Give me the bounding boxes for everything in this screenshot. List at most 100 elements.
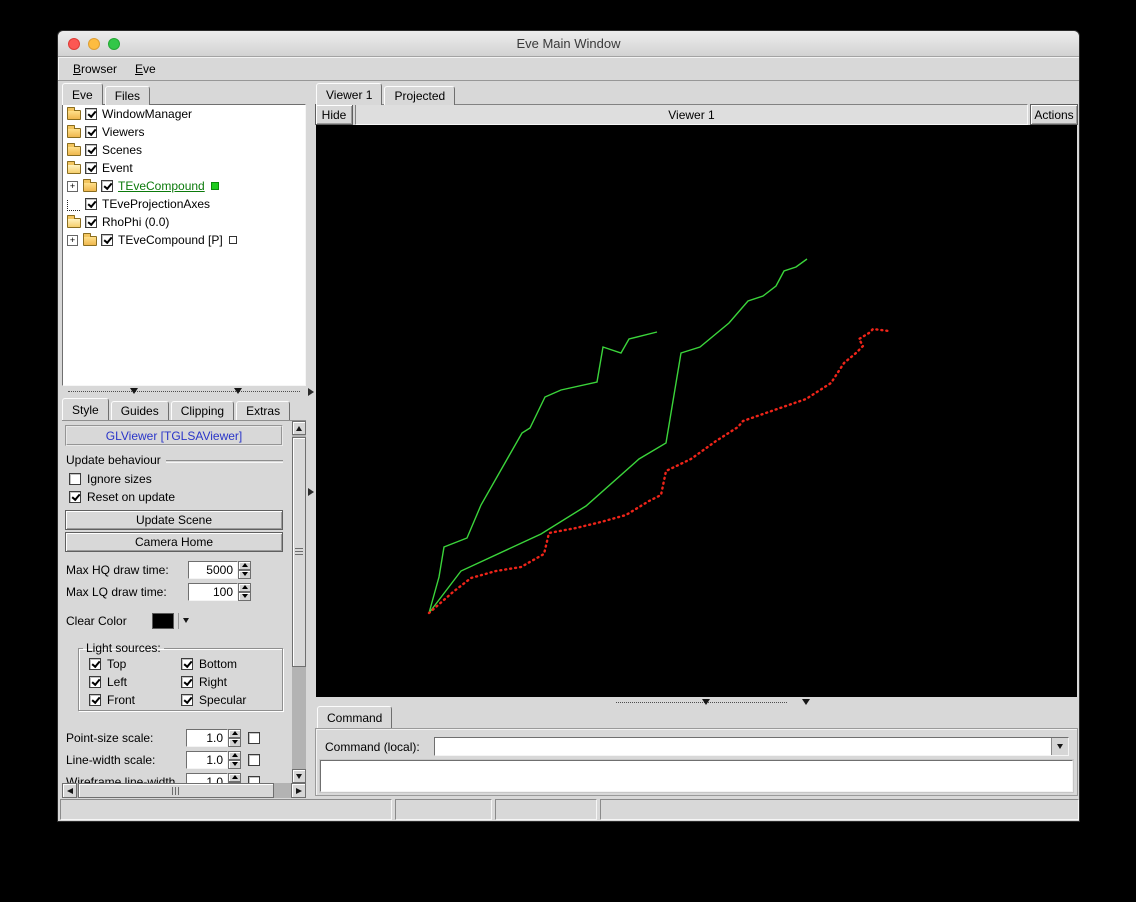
scroll-left-button[interactable] — [62, 783, 77, 798]
tab-projected[interactable]: Projected — [384, 86, 456, 105]
actions-button[interactable]: Actions — [1030, 104, 1078, 125]
spin-value[interactable]: 1.0 — [186, 750, 228, 769]
tree-checkbox[interactable] — [85, 108, 97, 120]
menu-eve[interactable]: Eve — [126, 59, 165, 79]
viewport-splitter[interactable] — [316, 697, 1077, 707]
tree-checkbox[interactable] — [85, 144, 97, 156]
tab-guides[interactable]: Guides — [110, 401, 169, 420]
spin-up-icon[interactable] — [238, 582, 251, 592]
spin-up-icon[interactable] — [228, 772, 241, 782]
collapse-down-icon[interactable] — [802, 699, 810, 705]
spin-down-icon[interactable] — [228, 759, 241, 769]
tree-checkbox[interactable] — [85, 198, 97, 210]
tree-checkbox[interactable] — [85, 126, 97, 138]
tree-checkbox[interactable] — [85, 216, 97, 228]
expander-icon[interactable]: + — [67, 180, 78, 192]
scroll-down-button[interactable] — [292, 769, 306, 783]
combo-dropdown-button[interactable] — [1051, 738, 1068, 755]
spin-up-icon[interactable] — [228, 750, 241, 760]
zoom-button[interactable] — [108, 38, 120, 50]
wireframe-checkbox[interactable] — [248, 775, 260, 783]
style-horizontal-scrollbar[interactable] — [62, 783, 306, 798]
line-width-checkbox[interactable] — [248, 753, 260, 766]
arrow-up-icon — [296, 425, 302, 431]
spin-arrows[interactable] — [238, 582, 251, 601]
tree-item-tevecompound-p[interactable]: + TEveCompound [P] — [63, 231, 305, 249]
scrollbar-thumb[interactable] — [78, 783, 274, 798]
clear-color-swatch[interactable] — [152, 612, 174, 629]
light-right-checkbox[interactable]: Right — [181, 675, 282, 689]
wireframe-spinbox[interactable]: 1.0 — [186, 772, 241, 783]
spin-value[interactable]: 1.0 — [186, 728, 228, 747]
tree-splitter[interactable] — [62, 386, 306, 398]
light-front-checkbox[interactable]: Front — [89, 693, 181, 707]
spin-down-icon[interactable] — [228, 737, 241, 747]
spin-arrows[interactable] — [228, 750, 241, 769]
tree-item-viewers[interactable]: Viewers — [63, 123, 305, 141]
tree-item-windowmanager[interactable]: WindowManager — [63, 105, 305, 123]
scroll-right-button[interactable] — [291, 783, 306, 798]
reset-on-update-checkbox[interactable]: Reset on update — [69, 489, 175, 504]
spin-up-icon[interactable] — [228, 728, 241, 738]
max-lq-spinbox[interactable]: 100 — [188, 582, 251, 601]
spin-value[interactable]: 1.0 — [186, 772, 228, 783]
light-specular-checkbox[interactable]: Specular — [181, 693, 282, 707]
tab-clipping[interactable]: Clipping — [170, 401, 235, 420]
close-button[interactable] — [68, 38, 80, 50]
minimize-button[interactable] — [88, 38, 100, 50]
tree-item-teveprojectionaxes[interactable]: TEveProjectionAxes — [63, 195, 305, 213]
collapse-down-icon[interactable] — [130, 388, 138, 394]
point-size-spinbox[interactable]: 1.0 — [186, 728, 241, 747]
tree-checkbox[interactable] — [101, 180, 113, 192]
tab-extras[interactable]: Extras — [236, 401, 291, 420]
collapse-down-icon[interactable] — [234, 388, 242, 394]
tree-checkbox[interactable] — [85, 162, 97, 174]
spin-down-icon[interactable] — [238, 569, 251, 579]
spin-value[interactable]: 5000 — [188, 560, 238, 579]
light-bottom-checkbox[interactable]: Bottom — [181, 657, 282, 671]
line-width-spinbox[interactable]: 1.0 — [186, 750, 241, 769]
tab-style[interactable]: Style — [62, 398, 109, 420]
tree-checkbox[interactable] — [101, 234, 113, 246]
clear-color-dropdown[interactable] — [178, 612, 192, 629]
command-output[interactable] — [320, 760, 1073, 792]
glviewer-link[interactable]: GLViewer [TGLSAViewer] — [65, 425, 283, 446]
pane-splitter-arrow-icon[interactable] — [308, 388, 314, 396]
max-hq-spinbox[interactable]: 5000 — [188, 560, 251, 579]
spin-value[interactable]: 100 — [188, 582, 238, 601]
command-input[interactable] — [435, 738, 1051, 755]
tab-viewer-1[interactable]: Viewer 1 — [316, 83, 383, 105]
expander-icon[interactable]: + — [67, 234, 78, 246]
viewer-title-bar[interactable]: Viewer 1 — [355, 104, 1028, 125]
spin-arrows[interactable] — [228, 728, 241, 747]
tab-command[interactable]: Command — [317, 706, 393, 728]
ignore-sizes-checkbox[interactable]: Ignore sizes — [69, 471, 152, 486]
title-bar[interactable]: Eve Main Window — [58, 31, 1079, 57]
folder-icon — [67, 107, 81, 120]
pane-splitter-arrow-icon[interactable] — [308, 488, 314, 496]
camera-home-button[interactable]: Camera Home — [65, 532, 283, 552]
scroll-up-button[interactable] — [292, 421, 306, 435]
spin-arrows[interactable] — [238, 560, 251, 579]
command-combobox[interactable] — [434, 737, 1069, 756]
style-vertical-scrollbar[interactable] — [292, 421, 306, 783]
point-size-checkbox[interactable] — [248, 731, 260, 744]
spin-down-icon[interactable] — [238, 591, 251, 601]
tree-item-tevecompound[interactable]: + TEveCompound — [63, 177, 305, 195]
light-top-checkbox[interactable]: Top — [89, 657, 181, 671]
tab-files[interactable]: Files — [104, 86, 151, 105]
tree-item-event[interactable]: Event — [63, 159, 305, 177]
gl-viewport[interactable] — [316, 125, 1077, 697]
light-left-checkbox[interactable]: Left — [89, 675, 181, 689]
scrollbar-thumb[interactable] — [292, 437, 306, 667]
menu-browser[interactable]: Browser — [64, 59, 126, 79]
tree-item-rhophi-0-0[interactable]: RhoPhi (0.0) — [63, 213, 305, 231]
spin-arrows[interactable] — [228, 772, 241, 783]
collapse-down-icon[interactable] — [702, 699, 710, 705]
tab-eve[interactable]: Eve — [62, 83, 103, 105]
tree-label: WindowManager — [102, 107, 193, 121]
hide-button[interactable]: Hide — [315, 104, 353, 125]
spin-up-icon[interactable] — [238, 560, 251, 570]
tree-item-scenes[interactable]: Scenes — [63, 141, 305, 159]
update-scene-button[interactable]: Update Scene — [65, 510, 283, 530]
